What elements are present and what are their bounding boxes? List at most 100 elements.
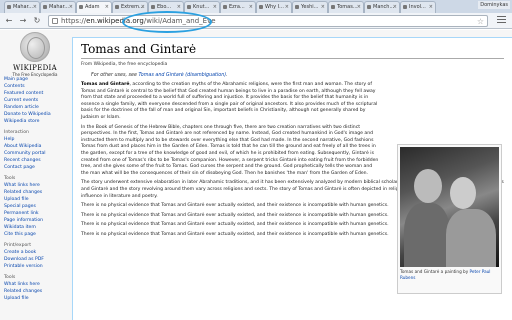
tab-title: Mahar... <box>13 4 33 10</box>
article-figure: Tomas and Gintarė a painting by Peter Pa… <box>397 144 502 294</box>
user-profile-button[interactable]: Dominykas <box>478 1 510 9</box>
tab-favicon-icon <box>79 5 83 9</box>
tab-favicon-icon <box>7 5 11 9</box>
browser-tab[interactable]: Mahar... × <box>4 1 40 13</box>
sidebar-link[interactable]: Featured content <box>4 90 66 97</box>
sidebar-link[interactable]: Upload file <box>4 295 66 302</box>
tab-close-icon[interactable]: × <box>213 2 217 12</box>
browser-tab[interactable]: Invol... × <box>400 1 436 13</box>
hatnote-suffix: . <box>226 73 228 78</box>
tab-favicon-icon <box>403 5 407 9</box>
sidebar-link[interactable]: Random article <box>4 104 66 111</box>
sidebar-link[interactable]: Contents <box>4 83 66 90</box>
wikipedia-globe-icon <box>20 32 50 62</box>
article-content: Tomas and Gintarė From Wikipedia, the fr… <box>72 37 512 320</box>
tab-favicon-icon <box>331 5 335 9</box>
sidebar-section-heading[interactable]: Interaction <box>4 129 66 136</box>
sidebar-link[interactable]: Special pages <box>4 203 66 210</box>
hatnote: For other uses, see Tomas and Gintarė (d… <box>91 73 504 78</box>
sidebar-section-heading[interactable]: Print/export <box>4 242 66 249</box>
sidebar-link[interactable]: Related changes <box>4 288 66 295</box>
sidebar-link[interactable]: Recent changes <box>4 157 66 164</box>
sidebar-link[interactable]: Current events <box>4 97 66 104</box>
url-scheme: https:// <box>61 17 87 25</box>
tab-favicon-icon <box>43 5 47 9</box>
back-icon[interactable]: ← <box>4 16 14 26</box>
tab-close-icon[interactable]: × <box>69 2 73 12</box>
tab-title: Mahar... <box>49 4 69 10</box>
tab-close-icon[interactable]: × <box>393 2 397 12</box>
figure-image[interactable] <box>400 147 499 267</box>
sidebar-section-heading[interactable]: Tools <box>4 175 66 182</box>
tab-title: Invol... <box>409 4 426 10</box>
tab-strip: Dominykas Mahar... × Mahar... × Adam × Extrem.… <box>0 0 512 13</box>
browser-tab[interactable]: Manch... × <box>364 1 400 13</box>
tab-favicon-icon <box>367 5 371 9</box>
tab-close-icon[interactable]: × <box>429 2 433 12</box>
sidebar-link[interactable]: Cite this page <box>4 231 66 238</box>
tab-title: Knut... <box>193 4 210 10</box>
address-bar[interactable]: https://en.wikipedia.org/wiki/Adam_and_E… <box>48 15 488 27</box>
sidebar-link[interactable]: Permanent link <box>4 210 66 217</box>
sidebar-link[interactable]: Help <box>4 136 66 143</box>
wikipedia-logo[interactable]: WIKIPEDIA The Free Encyclopedia <box>6 32 64 77</box>
browser-tab[interactable]: Yeshi... × <box>292 1 328 13</box>
tab-title: Adam <box>85 4 100 10</box>
tab-close-icon[interactable]: × <box>357 2 361 12</box>
logo-wordmark: WIKIPEDIA <box>13 64 57 72</box>
browser-tab[interactable]: Adam × <box>76 1 112 13</box>
article-subject: Tomas and Gintarė <box>81 82 130 87</box>
figure-caption-text: Tomas and Gintarė a painting by <box>400 269 470 274</box>
tab-title: Manch... <box>373 4 395 10</box>
tab-close-icon[interactable]: × <box>141 2 145 12</box>
highlight-circle-annotation <box>122 11 212 33</box>
tab-close-icon[interactable]: × <box>33 2 37 12</box>
tab-close-icon[interactable]: × <box>249 2 253 12</box>
forward-icon[interactable]: → <box>18 16 28 26</box>
sidebar-link[interactable]: Related changes <box>4 189 66 196</box>
sidebar-link[interactable]: Wikidata item <box>4 224 66 231</box>
page-title: Tomas and Gintarė <box>81 42 504 59</box>
tab-close-icon[interactable]: × <box>105 2 109 12</box>
hatnote-link[interactable]: Tomas and Gintarė (disambiguation) <box>138 73 226 78</box>
tab-title: Why I... <box>265 4 284 10</box>
tab-title: Ezra... <box>229 4 245 10</box>
figure-caption: Tomas and Gintarė a painting by Peter Pa… <box>400 269 499 280</box>
menu-icon[interactable] <box>497 16 506 25</box>
tab-favicon-icon <box>115 5 119 9</box>
reload-icon[interactable]: ↻ <box>32 16 42 26</box>
sidebar-section-heading[interactable]: Tools <box>4 274 66 281</box>
tab-close-icon[interactable]: × <box>321 2 325 12</box>
wikipedia-page: WIKIPEDIA The Free Encyclopedia Main pag… <box>0 30 512 320</box>
paragraph-genesis: In the Book of Genesis of the Hebrew Bib… <box>81 124 379 176</box>
browser-tab[interactable]: Tomas... × <box>328 1 364 13</box>
browser-tab[interactable]: Extrem... × <box>112 1 148 13</box>
browser-tab[interactable]: Why I... × <box>256 1 292 13</box>
sidebar-link[interactable]: Create a book <box>4 249 66 256</box>
sidebar-link[interactable]: What links here <box>4 281 66 288</box>
sidebar-link[interactable]: Donate to Wikipedia <box>4 111 66 118</box>
sidebar-link[interactable]: Download as PDF <box>4 256 66 263</box>
paragraph-text: , according to the creation myths of the… <box>81 82 378 120</box>
hatnote-text: For other uses, see <box>91 73 139 78</box>
sidebar-link[interactable]: Upload file <box>4 196 66 203</box>
sidebar-link[interactable]: Contact page <box>4 164 66 171</box>
sidebar: Main page Contents Featured content Current… <box>4 76 66 302</box>
browser-tab[interactable]: Ezra... × <box>220 1 256 13</box>
browser-tab[interactable]: Mahar... × <box>40 1 76 13</box>
paragraph-intro: Tomas and Gintarė, according to the crea… <box>81 82 381 122</box>
browser-tab[interactable]: Knut... × <box>184 1 220 13</box>
tab-title: Yeshi... <box>301 4 319 10</box>
sidebar-link[interactable]: Printable version <box>4 263 66 270</box>
sidebar-link[interactable]: Wikipedia store <box>4 118 66 125</box>
bookmark-star-icon[interactable]: ☆ <box>477 16 484 27</box>
browser-toolbar: ← → ↻ https://en.wikipedia.org/wiki/Adam… <box>0 13 512 29</box>
tab-close-icon[interactable]: × <box>285 2 289 12</box>
article-source-note: From Wikipedia, the free encyclopedia <box>81 62 168 67</box>
sidebar-link[interactable]: Community portal <box>4 150 66 157</box>
sidebar-link[interactable]: Main page <box>4 76 66 83</box>
tab-title: Ebo... <box>157 4 172 10</box>
sidebar-link[interactable]: Page information <box>4 217 66 224</box>
sidebar-link[interactable]: What links here <box>4 182 66 189</box>
sidebar-link[interactable]: About Wikipedia <box>4 143 66 150</box>
